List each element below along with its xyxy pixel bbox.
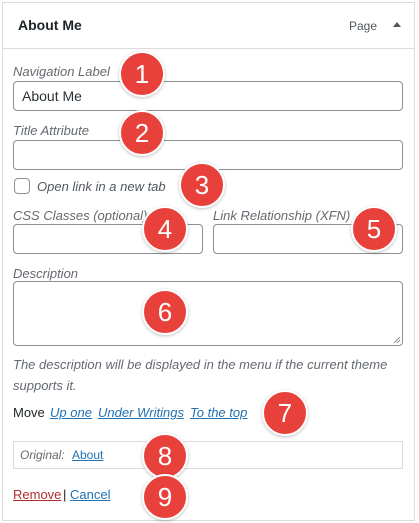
link-relationship-label: Link Relationship (XFN) (213, 208, 351, 223)
move-label: Move (13, 405, 45, 420)
menu-item-panel: About Me Page Navigation Label Title Att… (2, 2, 415, 521)
description-textarea[interactable] (13, 281, 403, 346)
annotation-badge-9: 9 (142, 474, 188, 520)
menu-item-type: Page (348, 19, 377, 33)
annotation-badge-5: 5 (351, 206, 397, 252)
annotation-badge-4: 4 (142, 206, 188, 252)
annotation-badge-7: 7 (262, 390, 308, 436)
navigation-label-input[interactable] (13, 81, 403, 111)
move-to-top-link[interactable]: To the top (190, 405, 247, 420)
move-up-one-link[interactable]: Up one (50, 405, 92, 420)
menu-item-title: About Me (18, 17, 82, 33)
cancel-link[interactable]: Cancel (70, 487, 110, 502)
collapse-arrow-icon[interactable] (390, 17, 404, 31)
move-under-writings-link[interactable]: Under Writings (98, 405, 184, 420)
navigation-label-label: Navigation Label (13, 64, 110, 79)
open-new-tab-checkbox[interactable] (14, 178, 30, 194)
annotation-badge-3: 3 (179, 162, 225, 208)
original-label: Original: (20, 448, 65, 462)
resize-grip-icon[interactable] (393, 336, 401, 344)
remove-link[interactable]: Remove (13, 487, 61, 502)
description-label: Description (13, 266, 79, 281)
title-attribute-label: Title Attribute (13, 123, 89, 138)
annotation-badge-6: 6 (142, 289, 188, 335)
description-help-text: The description will be displayed in the… (13, 357, 388, 393)
annotation-badge-2: 2 (119, 110, 165, 156)
original-box: Original: About (13, 441, 403, 469)
open-new-tab-label[interactable]: Open link in a new tab (37, 179, 166, 194)
original-link[interactable]: About (72, 448, 103, 462)
annotation-badge-8: 8 (142, 433, 188, 479)
css-classes-label: CSS Classes (optional) (13, 208, 148, 223)
action-separator: | (63, 487, 67, 502)
annotation-badge-1: 1 (119, 51, 165, 97)
menu-item-header[interactable]: About Me Page (3, 3, 414, 49)
